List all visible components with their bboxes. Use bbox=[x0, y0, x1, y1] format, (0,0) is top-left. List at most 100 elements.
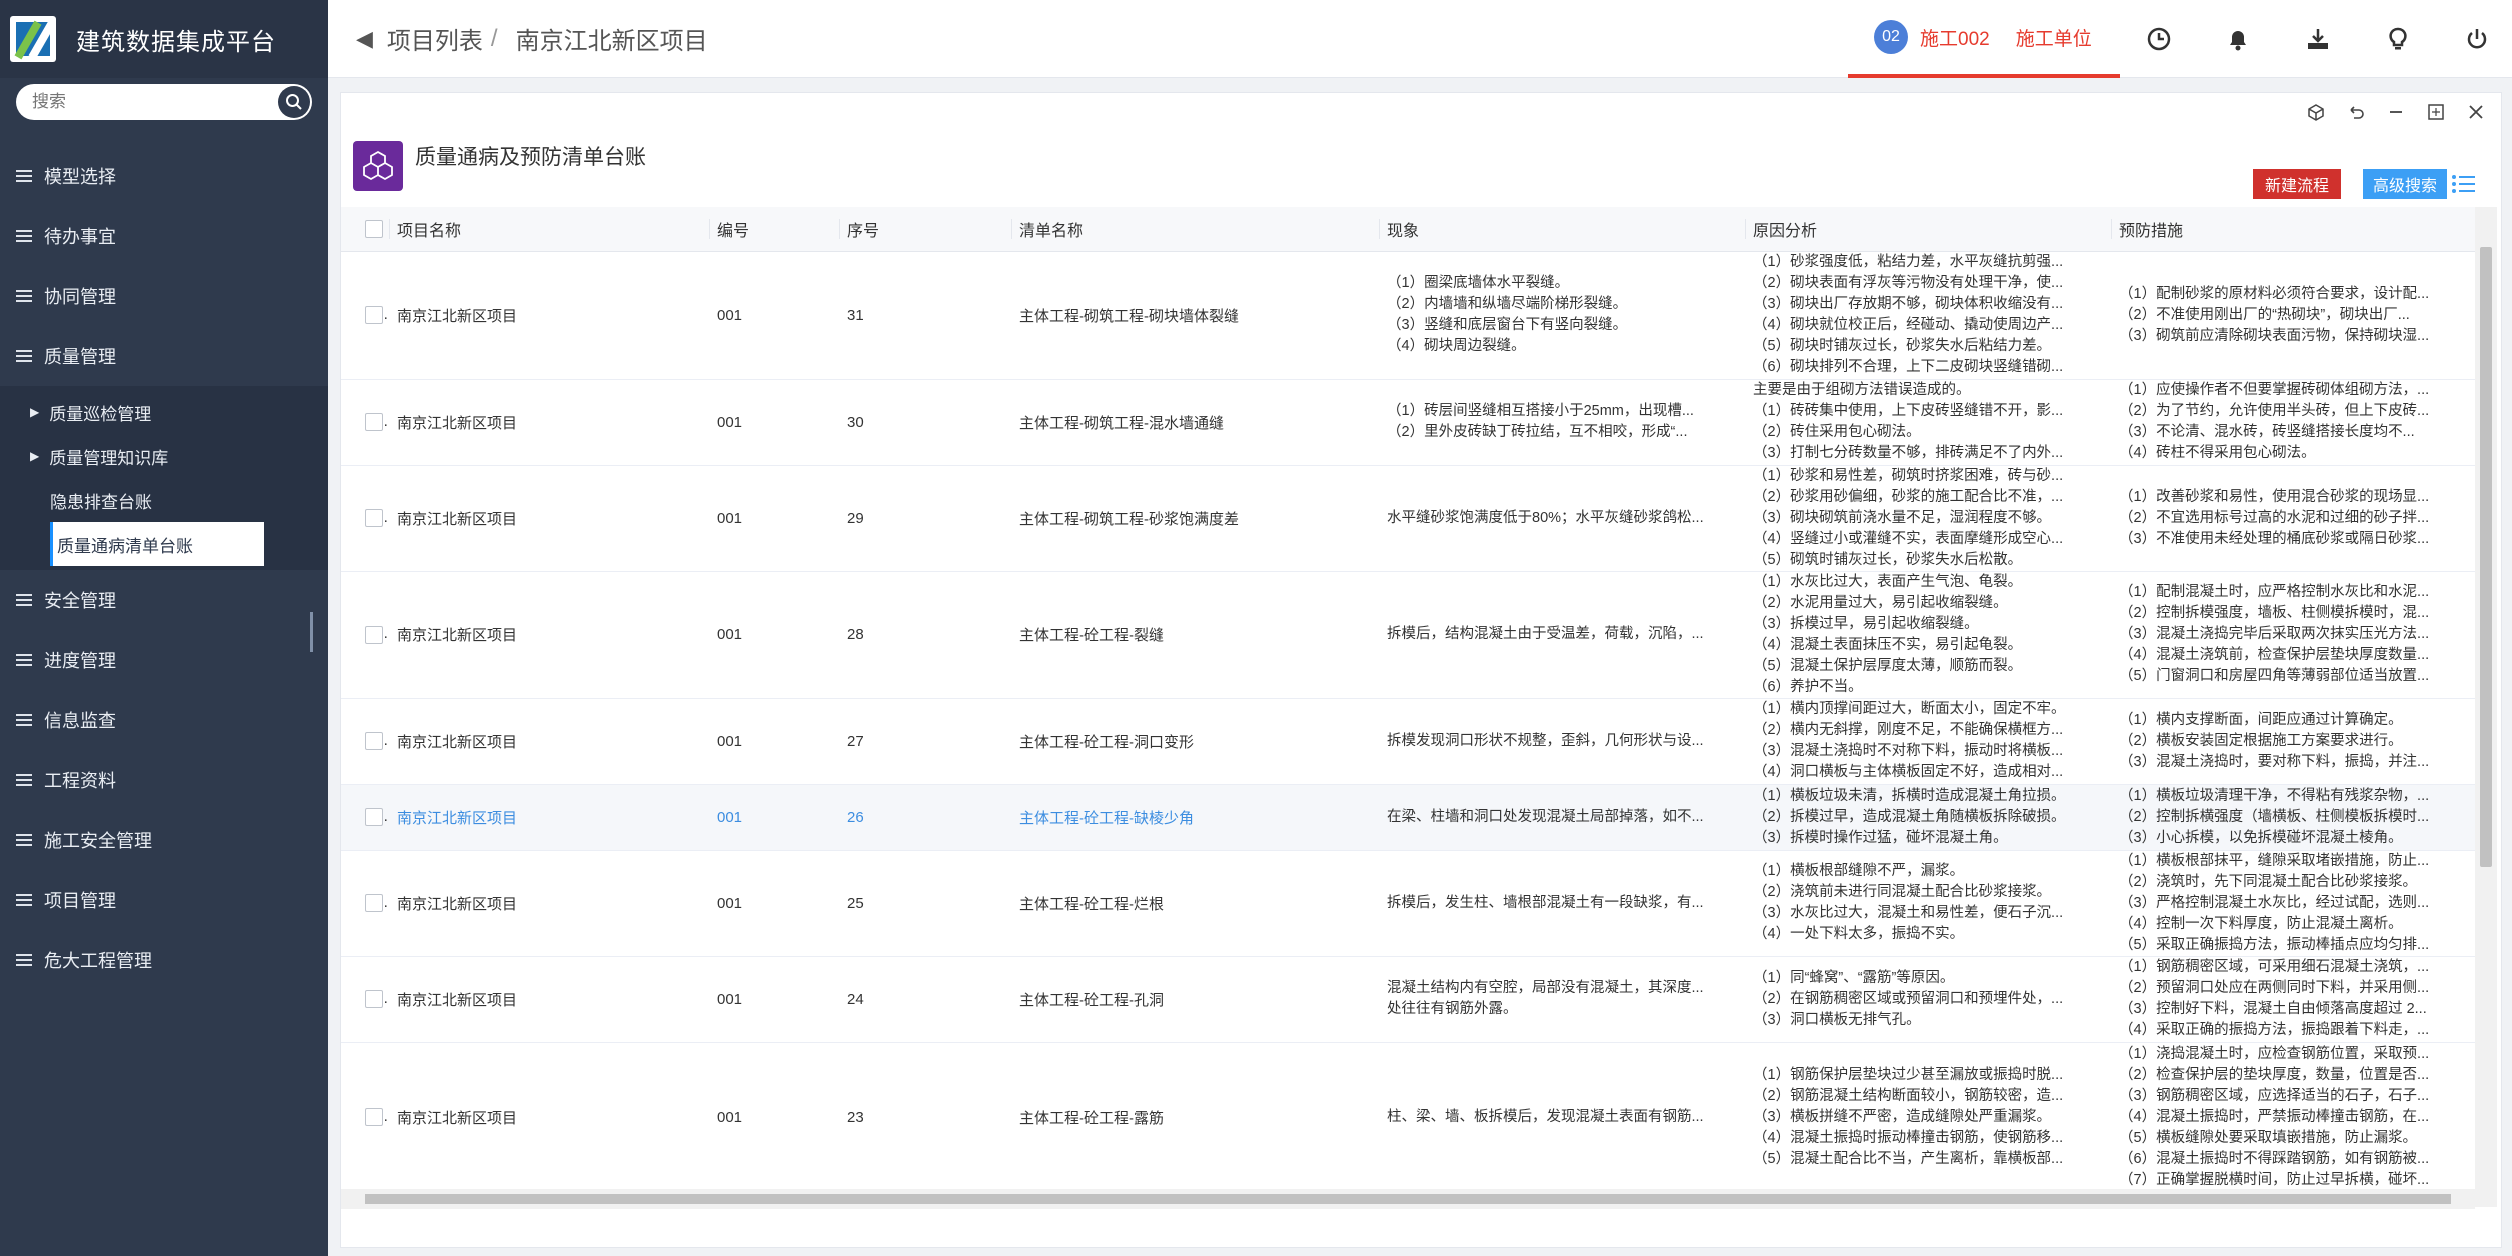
table-row[interactable]: 南京江北新区项目 001 27 主体工程-砼工程-洞口变形 拆模发现洞口形状不规整，歪斜… bbox=[341, 698, 2475, 785]
table-row[interactable]: 南京江北新区项目 001 24 主体工程-砼工程-孔洞 混凝土结构内有空腔，局部没有混凝… bbox=[341, 956, 2475, 1043]
user-info[interactable]: 02 施工002 施工单位 bbox=[1848, 0, 2120, 78]
phenomenon-cell: （1）砖层间竖缝相互搭接小于25mm，出现槽... （2）里外皮砖缺丁砖拉结，互不… bbox=[1379, 379, 1745, 466]
bell-icon[interactable] bbox=[2223, 24, 2253, 54]
project-name-cell: 南京江北新区项目 bbox=[389, 379, 709, 466]
column-header[interactable]: 原因分析 bbox=[1745, 207, 2111, 252]
sidebar-item-major-hazards[interactable]: 危大工程管理 bbox=[0, 930, 328, 990]
cause-cell-line: （2）浇筑前未进行同混凝土配合比砂浆接浆。 bbox=[1753, 884, 2052, 900]
table-row[interactable]: 南京江北新区项目 001 25 主体工程-砼工程-烂根 拆模后，发生柱、墙根部混凝土有一… bbox=[341, 850, 2475, 957]
cause-cell-line: （2）拆模过早，造成混凝土角随横板拆除破损。 bbox=[1753, 808, 2066, 825]
project-name-cell: 南京江北新区项目 bbox=[389, 956, 709, 1043]
sidebar-item-todo[interactable]: 待办事宜 bbox=[0, 206, 328, 266]
list-view-icon[interactable] bbox=[2451, 173, 2475, 195]
sidebar-item-construction-safety[interactable]: 施工安全管理 bbox=[0, 810, 328, 870]
sidebar-item-quality[interactable]: 质量管理 bbox=[0, 326, 328, 386]
minimize-icon[interactable] bbox=[2385, 101, 2407, 123]
prevention-cell: （1）横内支撑断面，间距应通过计算确定。 （2）横板安装固定根据施工方案要求进行。… bbox=[2111, 698, 2475, 785]
cause-cell: （1）水灰比过大，表面产生气泡、龟裂。 （2）水泥用量过大，易引起收缩裂缝。 （3）… bbox=[1745, 571, 2111, 699]
table-row[interactable]: 南京江北新区项目 001 31 主体工程-砌筑工程-砌块墙体裂缝 （1）圈梁底墙体水平裂… bbox=[341, 251, 2475, 380]
row-checkbox[interactable] bbox=[365, 732, 383, 751]
list-name-cell: 主体工程-砼工程-裂缝 bbox=[1011, 571, 1379, 699]
code-cell: 001 bbox=[709, 784, 839, 851]
column-header[interactable]: 现象 bbox=[1379, 207, 1745, 252]
prevention-cell-line: （3）不准使用未经处理的桶底砂浆或隔日砂浆... bbox=[2119, 530, 2430, 547]
download-icon[interactable] bbox=[2303, 24, 2333, 54]
row-checkbox[interactable] bbox=[365, 990, 383, 1009]
phenomenon-cell-line: 在梁、柱墙和洞口处发现混凝土局部掉落，如不... bbox=[1387, 808, 1704, 825]
prevention-cell-line: （3）混凝土浇捣完毕后采取两次抹实压光方法... bbox=[2119, 626, 2430, 642]
table-row[interactable]: 南京江北新区项目 001 28 主体工程-砼工程-裂缝 拆模后，结构混凝土由于受温差，荷… bbox=[341, 571, 2475, 699]
cause-cell-line: （3）横板拼缝不严密，造成缝隙处严重漏浆。 bbox=[1753, 1108, 2052, 1125]
sidebar-item-hazard-ledger[interactable]: 隐患排查台账 bbox=[0, 478, 328, 522]
column-header[interactable]: 序号 bbox=[839, 207, 1011, 252]
prevention-cell-line: （5）横板缝隙处要采取填嵌措施，防止漏浆。 bbox=[2119, 1129, 2418, 1146]
top-header: ◀ 项目列表 / 南京江北新区项目 02 施工002 施工单位 bbox=[328, 0, 2512, 78]
advanced-search-button[interactable]: 高级搜索 bbox=[2363, 169, 2448, 199]
phenomenon-cell-line: （3）竖缝和底层窗台下有竖向裂缝。 bbox=[1387, 317, 1628, 333]
row-checkbox[interactable] bbox=[365, 808, 383, 827]
phenomenon-cell-line: 拆模后，发生柱、墙根部混凝土有一段缺浆，有... bbox=[1387, 894, 1704, 911]
code-cell: 001 bbox=[709, 1042, 839, 1193]
search-box bbox=[16, 84, 312, 120]
project-name-cell: 南京江北新区项目 bbox=[389, 1042, 709, 1193]
prevention-cell-line: （4）砖柱不得采用包心砌法。 bbox=[2119, 445, 2316, 461]
lightbulb-icon[interactable] bbox=[2383, 24, 2413, 54]
table-header-row: 项目名称 编号 序号 清单名称 现象 原因分析 预防措施 bbox=[341, 207, 2475, 252]
seq-cell: 30 bbox=[839, 379, 1011, 466]
column-header[interactable]: 编号 bbox=[709, 207, 839, 252]
cause-cell-line: （4）混凝土振捣时振动棒撞击钢筋，使钢筋移... bbox=[1753, 1129, 2064, 1146]
sidebar-item-common-defects-ledger[interactable]: 质量通病清单台账 bbox=[50, 522, 264, 566]
back-arrow-icon[interactable]: ◀ bbox=[356, 26, 373, 52]
sidebar-item-model-select[interactable]: 模型选择 bbox=[0, 146, 328, 206]
column-header[interactable]: 清单名称 bbox=[1011, 207, 1379, 252]
row-checkbox[interactable] bbox=[365, 413, 383, 432]
prevention-cell: （1）钢筋稠密区域，可采用细石混凝土浇筑，... （2）预留洞口处应在两侧同时下料… bbox=[2111, 956, 2475, 1043]
undo-icon[interactable] bbox=[2345, 101, 2367, 123]
caret-right-icon: ▶ bbox=[30, 405, 40, 419]
sidebar-item-quality-inspection[interactable]: ▶ 质量巡检管理 bbox=[0, 390, 328, 434]
sidebar-item-quality-knowledge[interactable]: ▶ 质量管理知识库 bbox=[0, 434, 328, 478]
row-checkbox[interactable] bbox=[365, 306, 383, 325]
cause-cell-line: （3）砌块砌筑前浇水量不足，湿润程度不够。 bbox=[1753, 509, 2052, 526]
horizontal-scrollbar[interactable] bbox=[341, 1189, 2475, 1209]
breadcrumb-parent[interactable]: 项目列表 bbox=[387, 21, 483, 56]
ledger-table: 项目名称 编号 序号 清单名称 现象 原因分析 预防措施 南京江北新区项目 001… bbox=[341, 207, 2475, 1207]
sidebar-item-progress[interactable]: 进度管理 bbox=[0, 630, 328, 690]
column-header[interactable]: 预防措施 bbox=[2111, 207, 2475, 252]
row-checkbox[interactable] bbox=[365, 625, 383, 644]
prevention-cell-line: （1）横板根部抹平，缝隙采取堵嵌措施，防止... bbox=[2119, 852, 2430, 869]
maximize-icon[interactable] bbox=[2425, 101, 2447, 123]
row-checkbox[interactable] bbox=[365, 894, 383, 913]
sidebar-item-documents[interactable]: 工程资料 bbox=[0, 750, 328, 810]
prevention-cell-line: （3）砌筑前应清除砌块表面污物，保持砌块湿... bbox=[2119, 327, 2430, 344]
sidebar-item-monitoring[interactable]: 信息监查 bbox=[0, 690, 328, 750]
cause-cell-line: （4）混凝土表面抹压不实，易引起龟裂。 bbox=[1753, 636, 2023, 653]
table-row[interactable]: 南京江北新区项目 001 30 主体工程-砌筑工程-混水墙通缝 （1）砖层间竖缝相互搭接… bbox=[341, 379, 2475, 466]
search-input[interactable] bbox=[32, 92, 272, 112]
column-header[interactable]: 项目名称 bbox=[389, 207, 709, 252]
clock-icon[interactable] bbox=[2144, 24, 2174, 54]
sidebar-item-collaboration[interactable]: 协同管理 bbox=[0, 266, 328, 326]
cubes-icon bbox=[353, 141, 403, 191]
menu-icon bbox=[16, 774, 32, 786]
prevention-cell-line: （1）横内支撑断面，间距应通过计算确定。 bbox=[2119, 711, 2403, 728]
select-all-checkbox[interactable] bbox=[365, 219, 383, 238]
row-checkbox[interactable] bbox=[365, 509, 383, 528]
sidebar-item-safety[interactable]: 安全管理 bbox=[0, 570, 328, 630]
phenomenon-cell-line: 拆模发现洞口形状不规整，歪斜，几何形状与设... bbox=[1387, 732, 1704, 749]
sidebar-item-projects[interactable]: 项目管理 bbox=[0, 870, 328, 930]
power-icon[interactable] bbox=[2462, 24, 2492, 54]
cube-icon[interactable] bbox=[2305, 101, 2327, 123]
row-checkbox[interactable] bbox=[365, 1108, 383, 1127]
search-icon[interactable] bbox=[278, 86, 310, 118]
close-icon[interactable] bbox=[2465, 101, 2487, 123]
table-row[interactable]: 南京江北新区项目 001 23 主体工程-砼工程-露筋 柱、梁、墙、板拆模后，发现混凝土… bbox=[341, 1042, 2475, 1193]
vertical-scrollbar[interactable] bbox=[2475, 207, 2497, 1207]
cause-cell-line: （4）竖缝过小或灌缝不实，表面摩缝形成空心... bbox=[1753, 530, 2064, 547]
new-flow-button[interactable]: 新建流程 bbox=[2253, 169, 2342, 199]
cause-cell-line: （5）砌块时铺灰过长，砂浆失水后粘结力差。 bbox=[1753, 338, 2052, 354]
sidebar-collapse-handle[interactable] bbox=[310, 612, 313, 652]
table-row[interactable]: 南京江北新区项目 001 29 主体工程-砌筑工程-砂浆饱满度差 水平缝砂浆饱满度低于8… bbox=[341, 465, 2475, 572]
menu-icon bbox=[16, 170, 32, 182]
table-row[interactable]: 南京江北新区项目 001 26 主体工程-砼工程-缺棱少角 在梁、柱墙和洞口处发现混凝土… bbox=[341, 784, 2475, 851]
